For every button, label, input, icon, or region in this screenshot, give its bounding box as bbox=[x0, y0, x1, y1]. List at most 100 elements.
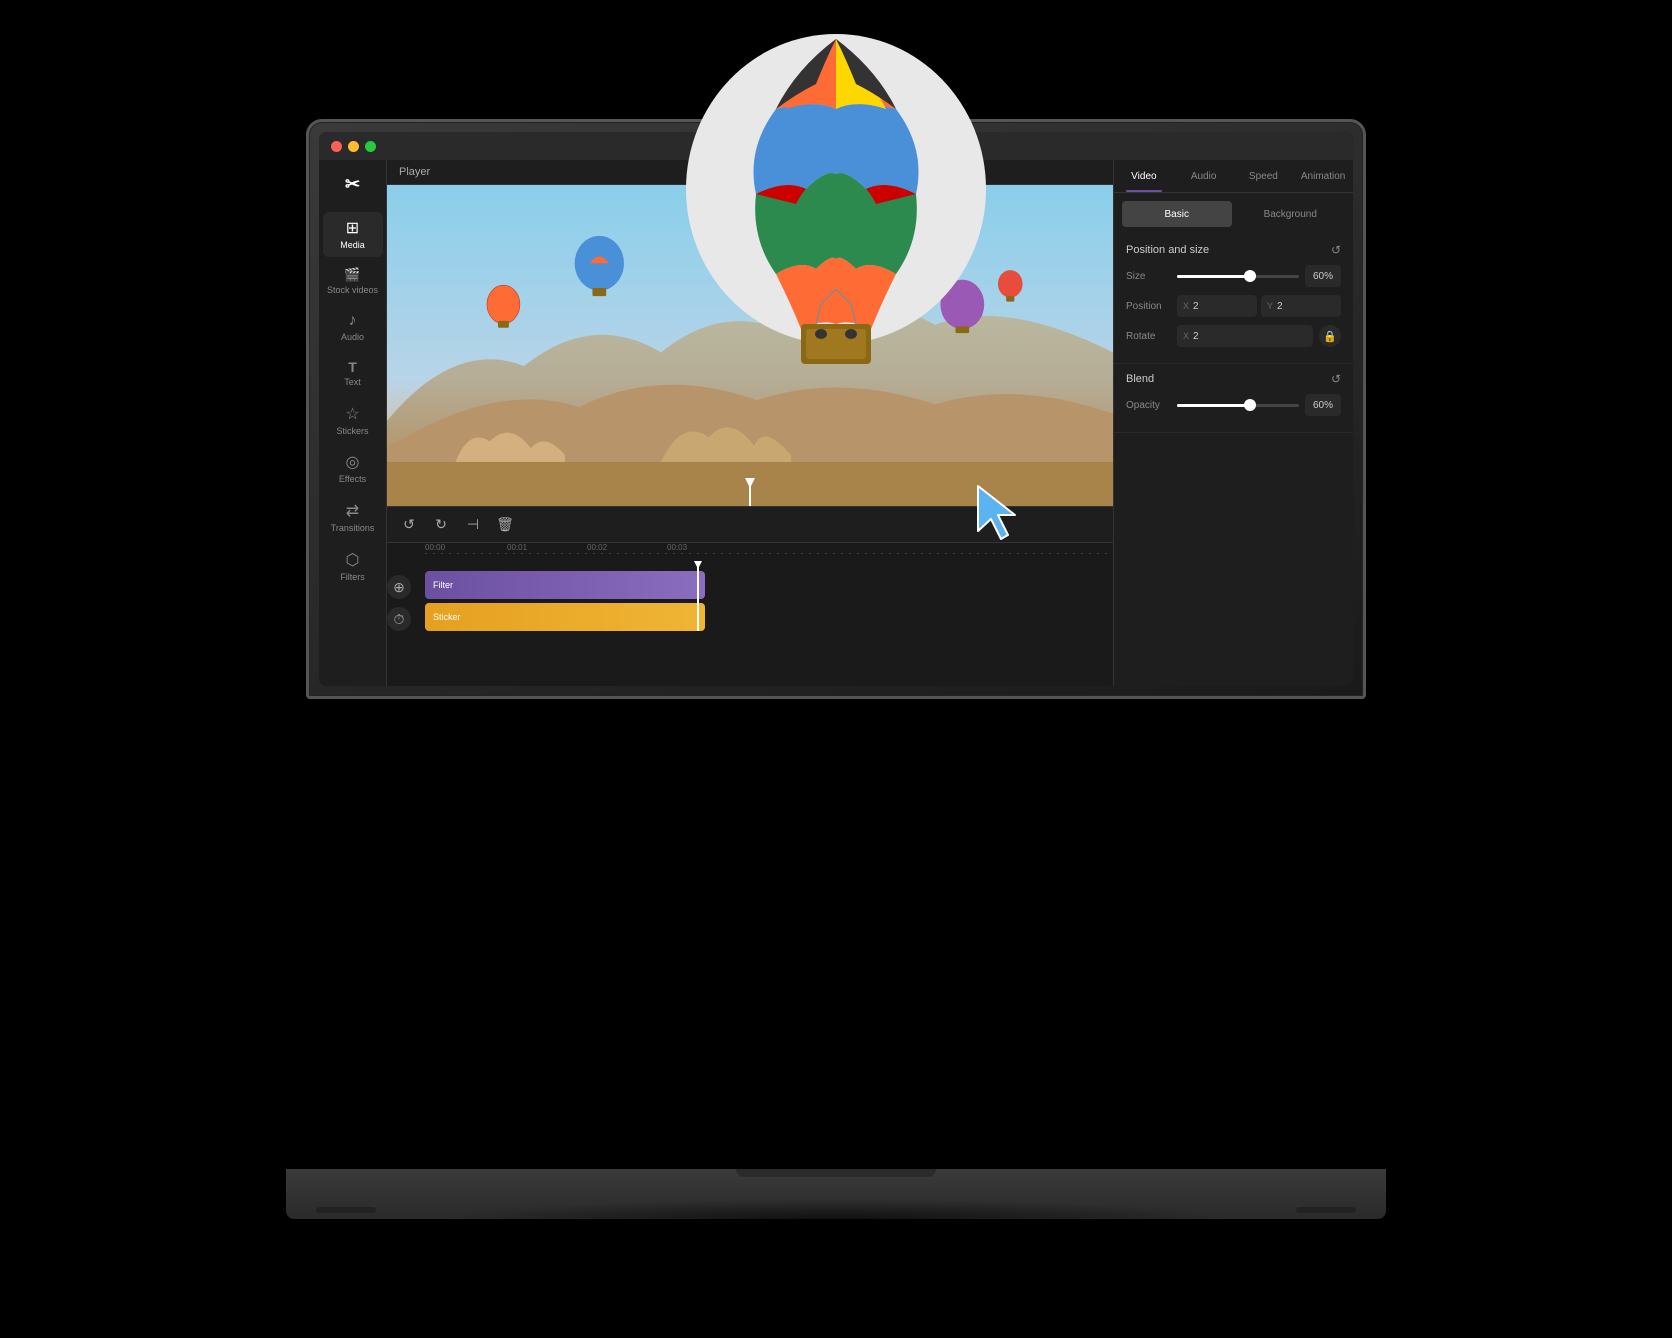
laptop-shadow bbox=[436, 1199, 1236, 1239]
sidebar-item-text[interactable]: T Text bbox=[323, 353, 383, 394]
sidebar-item-transitions[interactable]: ⇄ Transitions bbox=[323, 495, 383, 540]
sidebar-label-filters: Filters bbox=[340, 573, 365, 583]
size-slider-thumb[interactable] bbox=[1244, 270, 1256, 282]
sub-tab-basic-label: Basic bbox=[1165, 209, 1189, 220]
right-panel: Video Audio Speed Animation bbox=[1113, 160, 1353, 686]
ruler-dots bbox=[425, 553, 1113, 554]
laptop-foot-right bbox=[1296, 1207, 1356, 1213]
position-y-input[interactable]: Y 2 bbox=[1261, 295, 1341, 317]
cursor-arrow bbox=[973, 481, 1353, 546]
maximize-button[interactable] bbox=[365, 141, 376, 152]
video-playhead bbox=[749, 486, 751, 506]
rotate-x-value: 2 bbox=[1193, 331, 1199, 342]
laptop-hinge bbox=[736, 1169, 936, 1177]
tab-audio[interactable]: Audio bbox=[1174, 160, 1234, 192]
tab-speed-label: Speed bbox=[1249, 171, 1278, 182]
add-track-button[interactable]: ⏱ bbox=[387, 607, 411, 631]
sub-tab-background[interactable]: Background bbox=[1236, 201, 1346, 227]
tab-video-label: Video bbox=[1131, 171, 1156, 182]
sidebar-item-filters[interactable]: ⬡ Filters bbox=[323, 544, 383, 589]
main-balloon bbox=[676, 29, 996, 399]
position-size-title: Position and size bbox=[1126, 244, 1209, 256]
tab-animation[interactable]: Animation bbox=[1293, 160, 1353, 192]
sub-tab-basic[interactable]: Basic bbox=[1122, 201, 1232, 227]
position-x-label: X bbox=[1183, 301, 1189, 311]
tab-audio-label: Audio bbox=[1191, 171, 1217, 182]
opacity-slider-thumb[interactable] bbox=[1244, 399, 1256, 411]
tracks: Filter Sticker bbox=[425, 571, 1113, 631]
laptop-foot-left bbox=[316, 1207, 376, 1213]
position-row: Position X 2 Y 2 bbox=[1126, 295, 1341, 317]
close-button[interactable] bbox=[331, 141, 342, 152]
timeline-ruler: 00:00 00:01 00:02 00:03 bbox=[387, 543, 1113, 563]
panel-sub-tabs: Basic Background bbox=[1114, 193, 1353, 235]
effects-icon: ◎ bbox=[346, 452, 360, 472]
sidebar-item-audio[interactable]: ♪ Audio bbox=[323, 306, 383, 349]
position-size-section: Position and size ↺ Size 60% bbox=[1114, 235, 1353, 364]
sticker-track[interactable]: Sticker bbox=[425, 603, 705, 631]
ruler-mark-3: 00:03 bbox=[667, 543, 687, 552]
split-button[interactable]: ⊣ bbox=[463, 515, 483, 535]
add-media-button[interactable]: ⊕ bbox=[387, 575, 411, 599]
transitions-icon: ⇄ bbox=[346, 501, 359, 521]
size-label: Size bbox=[1126, 271, 1171, 282]
sidebar-item-effects[interactable]: ◎ Effects bbox=[323, 446, 383, 491]
opacity-slider-fill bbox=[1177, 404, 1250, 407]
opacity-row: Opacity 60% bbox=[1126, 394, 1341, 416]
position-x-input[interactable]: X 2 bbox=[1177, 295, 1257, 317]
tab-animation-label: Animation bbox=[1301, 171, 1345, 182]
add-buttons: ⊕ ⏱ bbox=[387, 575, 411, 631]
rotate-lock-button[interactable]: 🔒 bbox=[1319, 325, 1341, 347]
sidebar: ✂ ⊞ Media 🎬 Stock videos ♪ Audio bbox=[319, 160, 387, 686]
opacity-value[interactable]: 60% bbox=[1305, 394, 1341, 416]
track-container: ⊕ ⏱ Filter S bbox=[387, 563, 1113, 631]
sidebar-item-media[interactable]: ⊞ Media bbox=[323, 212, 383, 257]
minimize-button[interactable] bbox=[348, 141, 359, 152]
blend-header: Blend ↺ bbox=[1126, 372, 1341, 386]
size-value[interactable]: 60% bbox=[1305, 265, 1341, 287]
sub-tab-background-label: Background bbox=[1264, 209, 1317, 220]
rotate-x-input[interactable]: X 2 bbox=[1177, 325, 1313, 347]
position-x-value: 2 bbox=[1193, 301, 1199, 312]
playhead-head bbox=[694, 561, 702, 569]
tab-speed[interactable]: Speed bbox=[1234, 160, 1294, 192]
position-y-label: Y bbox=[1267, 301, 1273, 311]
size-slider-fill bbox=[1177, 275, 1250, 278]
sidebar-label-transitions: Transitions bbox=[331, 524, 375, 534]
filter-track[interactable]: Filter bbox=[425, 571, 705, 599]
filters-icon: ⬡ bbox=[346, 550, 360, 570]
tab-video[interactable]: Video bbox=[1114, 160, 1174, 192]
blend-title: Blend bbox=[1126, 373, 1154, 385]
text-icon: T bbox=[348, 359, 357, 375]
redo-button[interactable]: ↻ bbox=[431, 515, 451, 535]
app-logo: ✂ bbox=[337, 168, 369, 200]
rotate-x-label: X bbox=[1183, 331, 1189, 341]
blend-section: Blend ↺ Opacity 60% bbox=[1114, 364, 1353, 433]
stickers-icon: ☆ bbox=[345, 404, 359, 424]
sidebar-label-stock: Stock videos bbox=[327, 286, 378, 296]
stock-videos-icon: 🎬 bbox=[344, 267, 360, 283]
ruler-mark-0: 00:00 bbox=[425, 543, 445, 552]
audio-icon: ♪ bbox=[349, 312, 357, 330]
sidebar-item-stickers[interactable]: ☆ Stickers bbox=[323, 398, 383, 443]
size-slider[interactable] bbox=[1177, 275, 1299, 278]
sidebar-item-stock-videos[interactable]: 🎬 Stock videos bbox=[323, 261, 383, 302]
opacity-label: Opacity bbox=[1126, 400, 1171, 411]
rotate-inputs: X 2 bbox=[1177, 325, 1313, 347]
sidebar-label-audio: Audio bbox=[341, 333, 364, 343]
sidebar-label-media: Media bbox=[340, 241, 365, 251]
position-size-reset[interactable]: ↺ bbox=[1331, 243, 1341, 257]
position-label: Position bbox=[1126, 301, 1171, 312]
panel-tabs: Video Audio Speed Animation bbox=[1114, 160, 1353, 193]
position-inputs: X 2 Y 2 bbox=[1177, 295, 1341, 317]
timeline-playhead bbox=[697, 563, 699, 631]
laptop-wrapper: ✂ ⊞ Media 🎬 Stock videos ♪ Audio bbox=[286, 119, 1386, 1219]
sidebar-label-stickers: Stickers bbox=[336, 427, 368, 437]
delete-button[interactable]: 🗑 bbox=[495, 515, 515, 535]
opacity-slider[interactable] bbox=[1177, 404, 1299, 407]
undo-button[interactable]: ↺ bbox=[399, 515, 419, 535]
position-size-header: Position and size ↺ bbox=[1126, 243, 1341, 257]
blend-reset[interactable]: ↺ bbox=[1331, 372, 1341, 386]
sidebar-label-effects: Effects bbox=[339, 475, 366, 485]
media-icon: ⊞ bbox=[346, 218, 359, 238]
